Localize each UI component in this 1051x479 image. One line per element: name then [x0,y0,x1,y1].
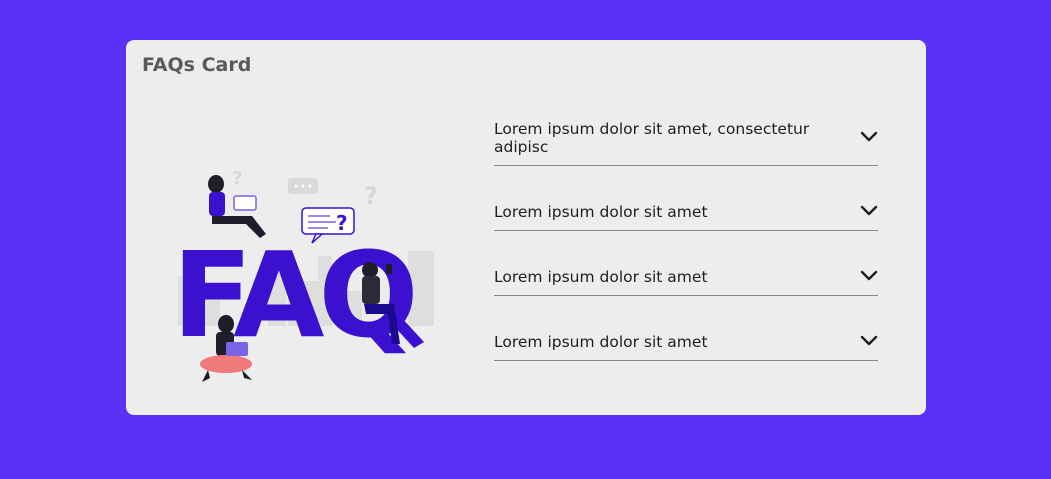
faq-question: Lorem ipsum dolor sit amet [494,268,708,286]
faq-question: Lorem ipsum dolor sit amet [494,203,708,221]
faq-list: Lorem ipsum dolor sit amet, consectetur … [494,108,878,386]
chevron-down-icon[interactable] [860,205,878,217]
chevron-down-icon[interactable] [860,335,878,347]
svg-text:?: ? [364,182,378,210]
faq-card: FAQs Card ? ? ? FAQ Lorem ipsum dolor si… [126,40,926,415]
chevron-down-icon[interactable] [860,270,878,282]
faq-question: Lorem ipsum dolor sit amet, consectetur … [494,120,810,156]
svg-text:?: ? [232,168,242,189]
faq-item-2[interactable]: Lorem ipsum dolor sit amet [494,191,878,231]
card-title: FAQs Card [142,54,252,76]
faq-item-1[interactable]: Lorem ipsum dolor sit amet, consectetur … [494,108,878,166]
chevron-down-icon[interactable] [860,131,878,143]
faq-item-4[interactable]: Lorem ipsum dolor sit amet [494,321,878,361]
faq-illustration: ? ? ? FAQ [168,126,448,396]
faq-question: Lorem ipsum dolor sit amet [494,333,708,351]
faq-item-3[interactable]: Lorem ipsum dolor sit amet [494,256,878,296]
